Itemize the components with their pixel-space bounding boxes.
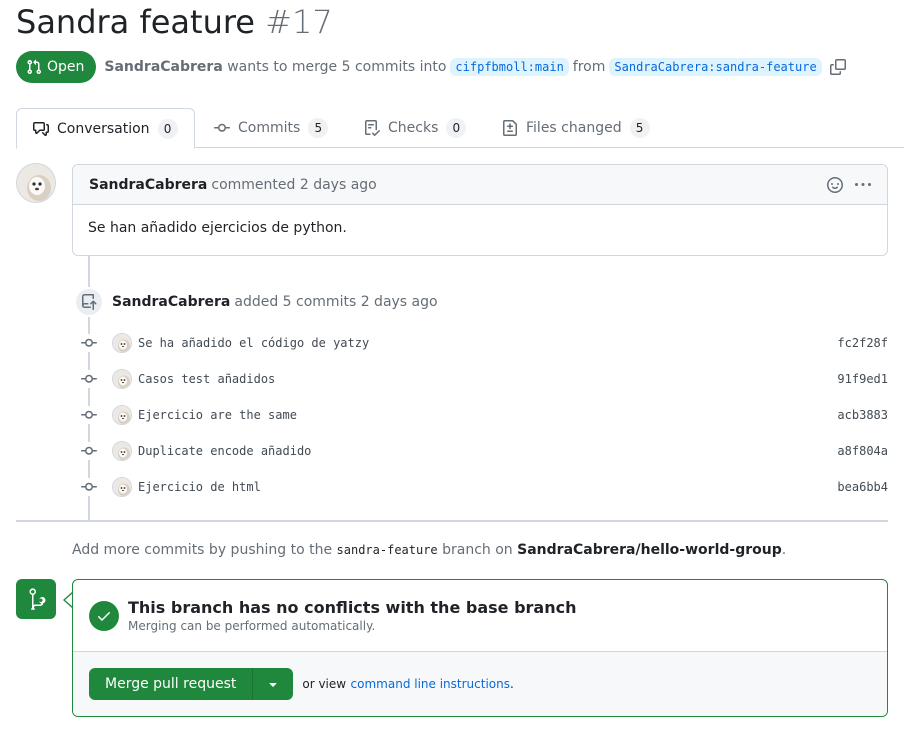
push-hint-repo[interactable]: SandraCabrera/hello-world-group (517, 542, 782, 558)
copy-icon[interactable] (829, 59, 846, 75)
comment-timestamp[interactable]: commented 2 days ago (211, 177, 376, 193)
commit-message[interactable]: Duplicate encode añadido (138, 444, 311, 458)
push-hint-prefix: Add more commits by pushing to the (72, 542, 333, 558)
commit-sha[interactable]: bea6bb4 (837, 480, 888, 494)
tab-commits-count: 5 (308, 118, 329, 138)
tab-checks[interactable]: Checks 0 (348, 108, 482, 148)
tab-files-changed-label: Files changed (526, 120, 622, 136)
merge-button-group: Merge pull request (89, 668, 294, 700)
tab-checks-label: Checks (388, 120, 439, 136)
merge-status-icon (16, 579, 56, 619)
commit-author-avatar[interactable] (112, 405, 132, 425)
tab-files-changed[interactable]: Files changed 5 (486, 108, 666, 148)
base-branch[interactable]: cifpfbmoll:main (450, 58, 569, 76)
commit-author-avatar[interactable] (112, 333, 132, 353)
event-author[interactable]: SandraCabrera (112, 294, 230, 310)
tab-commits[interactable]: Commits 5 (198, 108, 344, 148)
tab-files-changed-count: 5 (629, 118, 650, 138)
triangle-down-icon (269, 683, 278, 687)
git-merge-icon (29, 588, 46, 610)
merge-actions: Merge pull request or view command line … (73, 652, 887, 716)
commit-icon (80, 334, 98, 352)
smiley-icon[interactable] (827, 176, 843, 193)
push-hint: Add more commits by pushing to the sandr… (72, 542, 786, 558)
or-view-text: or view (302, 677, 347, 691)
commit-icon (80, 406, 98, 424)
merge-method-dropdown[interactable] (253, 668, 294, 700)
merge-box: This branch has no conflicts with the ba… (72, 579, 888, 717)
commit-sha[interactable]: 91f9ed1 (837, 372, 888, 386)
file-diff-icon (503, 120, 517, 136)
meta-text: SandraCabrera wants to merge 5 commits i… (104, 59, 446, 75)
merge-pull-request-button[interactable]: Merge pull request (89, 668, 254, 700)
comment-body: Se han añadido ejercicios de python. (88, 220, 347, 236)
pr-number: #17 (265, 3, 333, 41)
kebab-horizontal-icon[interactable] (855, 177, 871, 193)
commit-author-avatar[interactable] (112, 369, 132, 389)
commit-author-avatar[interactable] (112, 477, 132, 497)
command-line-instructions-link[interactable]: command line instructions (351, 677, 510, 691)
timeline-divider (16, 520, 888, 522)
comment-box: SandraCabrera commented 2 days ago Se ha… (72, 164, 888, 256)
comment-actions (827, 176, 871, 193)
checklist-icon (365, 120, 380, 136)
head-branch[interactable]: SandraCabrera:sandra-feature (609, 58, 822, 76)
merge-subtext: Merging can be performed automatically. (128, 618, 376, 633)
tab-checks-count: 0 (446, 118, 467, 138)
pr-author-link[interactable]: SandraCabrera (104, 59, 222, 75)
commits-added-event: SandraCabrera added 5 commits 2 days ago (74, 287, 438, 317)
check-circle-icon (89, 600, 119, 631)
push-hint-middle: branch on (442, 542, 513, 558)
pr-tabs: Conversation 0 Commits 5 Checks 0 Files … (16, 108, 904, 149)
push-hint-branch: sandra-feature (336, 543, 438, 557)
commit-message[interactable]: Se ha añadido el código de yatzy (138, 336, 369, 350)
pr-title: Sandra feature #17 (16, 2, 333, 42)
comment-author[interactable]: SandraCabrera (89, 177, 207, 193)
pr-meta: Open SandraCabrera wants to merge 5 comm… (16, 51, 846, 83)
commit-message[interactable]: Ejercicio are the same (138, 408, 297, 422)
tab-conversation[interactable]: Conversation 0 (16, 108, 195, 149)
commit-icon (80, 442, 98, 460)
commit-row: Duplicate encode añadido a8f804a (80, 439, 888, 463)
commit-sha[interactable]: acb3883 (837, 408, 888, 422)
commit-author-avatar[interactable] (112, 441, 132, 461)
tab-conversation-label: Conversation (57, 120, 150, 137)
commit-sha[interactable]: a8f804a (837, 444, 888, 458)
commit-row: Ejercicio are the same acb3883 (80, 403, 888, 427)
avatar-image (17, 164, 55, 202)
merge-status: This branch has no conflicts with the ba… (73, 580, 887, 652)
commit-row: Casos test añadidos 91f9ed1 (80, 367, 888, 391)
commit-row: Se ha añadido el código de yatzy fc2f28f (80, 331, 888, 355)
commit-icon (214, 123, 230, 132)
commit-icon (80, 370, 98, 388)
merge-status-text: This branch has no conflicts with the ba… (128, 598, 576, 634)
repo-push-icon (74, 287, 104, 317)
tab-commits-label: Commits (238, 120, 301, 136)
state-label: Open (47, 59, 85, 75)
from-text: from (572, 59, 606, 75)
comment-discussion-icon (33, 121, 49, 136)
commit-message[interactable]: Casos test añadidos (138, 372, 275, 386)
comment-header: SandraCabrera commented 2 days ago (73, 165, 887, 205)
pull-request-icon (27, 59, 42, 75)
tab-conversation-count: 0 (157, 118, 178, 139)
push-hint-suffix: . (781, 542, 787, 558)
merge-heading: This branch has no conflicts with the ba… (128, 597, 577, 617)
avatar[interactable] (16, 163, 56, 203)
commit-sha[interactable]: fc2f28f (837, 336, 888, 350)
commit-icon (80, 478, 98, 496)
commit-message[interactable]: Ejercicio de html (138, 480, 261, 494)
event-action: added 5 commits 2 days ago (234, 294, 438, 310)
merge-action-text: wants to merge 5 commits into (227, 59, 447, 75)
link-suffix: . (510, 677, 514, 691)
state-badge: Open (16, 51, 97, 83)
commit-row: Ejercicio de html bea6bb4 (80, 475, 888, 499)
pr-title-text: Sandra feature (16, 3, 255, 41)
